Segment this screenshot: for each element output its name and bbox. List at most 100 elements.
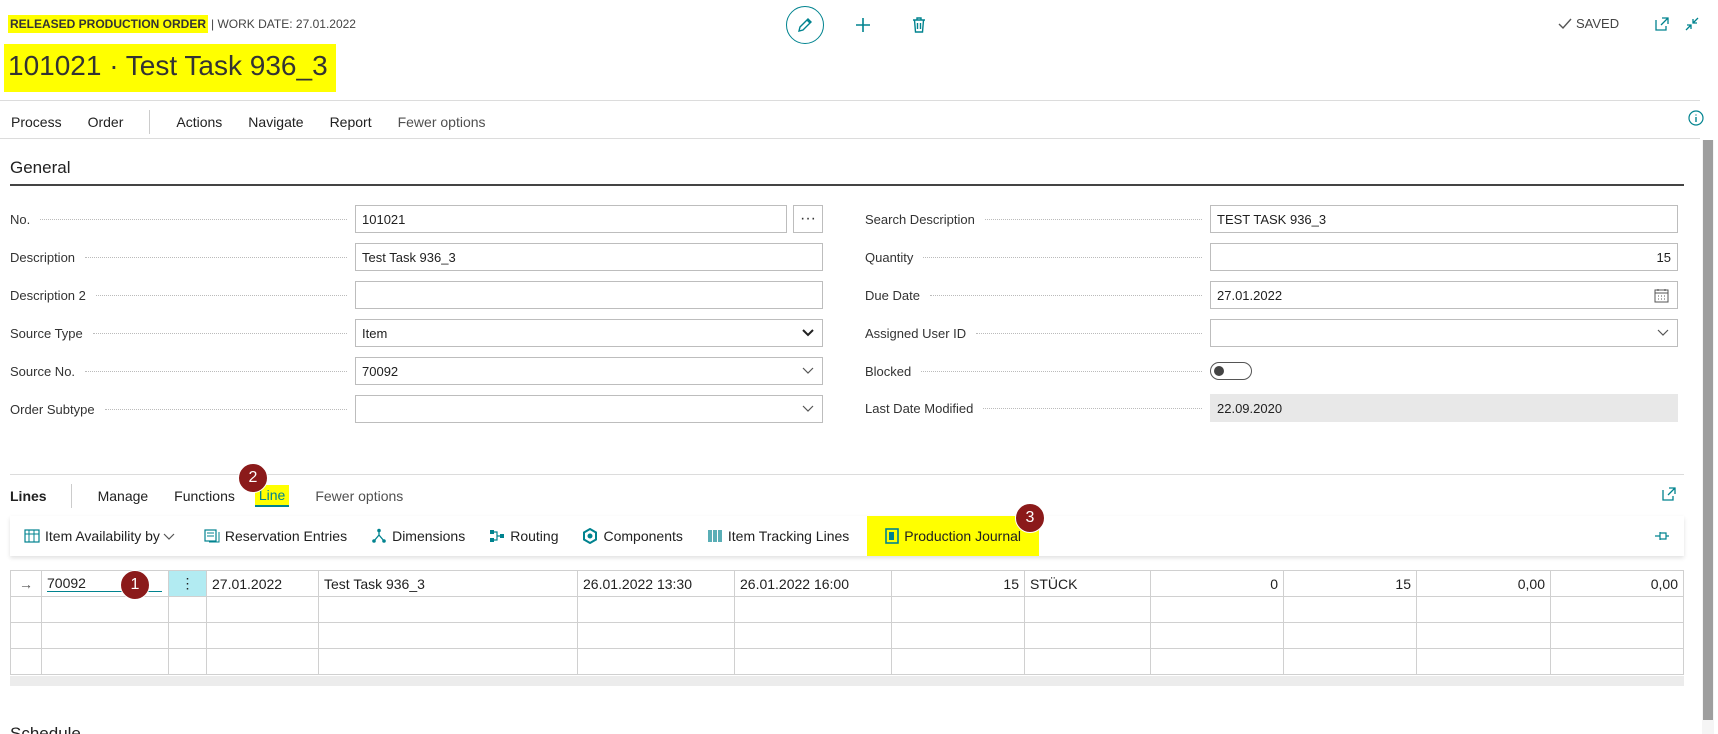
row-actions-button[interactable]: ⋮: [168, 570, 207, 597]
field-source-no: Source No. 70092: [10, 357, 823, 385]
chevron-down-icon: [802, 405, 814, 412]
reservation-entries-button[interactable]: Reservation Entries: [204, 528, 347, 544]
saved-status: SAVED: [1558, 16, 1619, 31]
field-no: No. 101021 ···: [10, 205, 823, 233]
uom-cell[interactable]: STÜCK: [1024, 570, 1151, 597]
plus-icon: [856, 18, 870, 32]
item-availability-button[interactable]: Item Availability by: [24, 528, 180, 544]
item-availability-label: Item Availability by: [45, 528, 160, 544]
action-order[interactable]: Order: [88, 114, 124, 130]
due-date-value: 27.01.2022: [1217, 287, 1283, 303]
components-button[interactable]: Components: [582, 528, 683, 544]
schedule-section-title[interactable]: Schedule: [10, 724, 81, 734]
routing-icon: [490, 530, 505, 542]
source-no-value: 70092: [362, 363, 399, 379]
quantity-cell[interactable]: 15: [891, 570, 1025, 597]
field-description-2: Description 2: [10, 281, 823, 309]
blocked-toggle[interactable]: [1210, 362, 1252, 380]
cost-amount-cell[interactable]: 0,00: [1550, 570, 1684, 597]
field-label: No.: [10, 211, 31, 227]
table-row[interactable]: → 70092 ⋮ 27.01.2022 Test Task 936_3 26.…: [10, 570, 1684, 597]
edit-button[interactable]: [786, 6, 824, 44]
dimensions-icon: [372, 528, 386, 543]
step-badge-2: 2: [238, 463, 268, 493]
page-title: 101021 · Test Task 936_3: [4, 44, 336, 92]
dimensions-button[interactable]: Dimensions: [371, 528, 465, 544]
general-section-title[interactable]: General: [10, 158, 70, 178]
lines-separator: [70, 484, 72, 508]
description-input[interactable]: Test Task 936_3: [355, 243, 823, 271]
order-subtype-select[interactable]: [355, 395, 823, 423]
collapse-icon[interactable]: [1684, 16, 1700, 32]
action-navigate[interactable]: Navigate: [248, 114, 303, 130]
trash-icon: [913, 17, 925, 33]
journal-icon: [885, 528, 900, 544]
row-arrow-icon: →: [10, 570, 42, 597]
step-badge-1: 1: [120, 570, 150, 600]
item-tracking-lines-button[interactable]: Item Tracking Lines: [707, 528, 849, 544]
pencil-icon: [798, 18, 812, 32]
due-date-input[interactable]: 27.01.2022: [1210, 281, 1678, 309]
components-icon: [583, 528, 598, 544]
assigned-user-id-input[interactable]: [1210, 319, 1678, 347]
field-last-date-modified: Last Date Modified 22.09.2020: [865, 394, 1678, 422]
due-date-cell[interactable]: 27.01.2022: [206, 570, 319, 597]
action-actions[interactable]: Actions: [176, 114, 222, 130]
no-input[interactable]: 101021: [355, 205, 787, 233]
action-fewer-options[interactable]: Fewer options: [398, 114, 486, 130]
reservation-entries-label: Reservation Entries: [224, 528, 348, 544]
quantity-input[interactable]: 15: [1210, 243, 1678, 271]
expand-icon[interactable]: [1661, 486, 1677, 502]
description-cell[interactable]: Test Task 936_3: [318, 570, 578, 597]
delete-button[interactable]: [902, 8, 936, 42]
chevron-down-icon: [163, 533, 175, 540]
search-description-input[interactable]: TEST TASK 936_3: [1210, 205, 1678, 233]
saved-label: SAVED: [1576, 16, 1620, 31]
open-new-window-icon[interactable]: [1654, 16, 1670, 32]
reservation-icon: [204, 529, 220, 543]
lines-tab-functions[interactable]: Functions: [174, 488, 235, 504]
action-report[interactable]: Report: [330, 114, 372, 130]
field-label: Source No.: [10, 363, 76, 379]
remaining-quantity-cell[interactable]: 15: [1283, 570, 1417, 597]
field-quantity: Quantity 15: [865, 243, 1678, 271]
field-due-date: Due Date 27.01.2022: [865, 281, 1678, 309]
field-label: Description: [10, 249, 76, 265]
table-row[interactable]: [10, 596, 1684, 623]
lines-fewer-options[interactable]: Fewer options: [315, 488, 403, 504]
calendar-icon[interactable]: [1654, 288, 1669, 303]
table-row[interactable]: [10, 622, 1684, 649]
table-row[interactable]: [10, 648, 1684, 675]
assist-edit-button[interactable]: ···: [793, 205, 823, 233]
field-assigned-user-id: Assigned User ID: [865, 319, 1678, 347]
work-date: | WORK DATE: 27.01.2022: [211, 17, 356, 31]
lines-tab-manage[interactable]: Manage: [98, 488, 149, 504]
components-label: Components: [603, 528, 683, 544]
new-button[interactable]: [846, 8, 880, 42]
source-type-select[interactable]: Item: [355, 319, 823, 347]
field-order-subtype: Order Subtype: [10, 395, 823, 423]
starting-datetime-cell[interactable]: 26.01.2022 13:30: [577, 570, 735, 597]
field-label: Blocked: [865, 363, 912, 379]
unit-cost-cell[interactable]: 0,00: [1416, 570, 1551, 597]
field-blocked: Blocked: [865, 357, 1252, 385]
header-divider: [0, 100, 1700, 101]
routing-button[interactable]: Routing: [489, 528, 558, 544]
scrollbar-thumb[interactable]: [1703, 140, 1713, 720]
source-no-input[interactable]: 70092: [355, 357, 823, 385]
field-label: Search Description: [865, 211, 975, 227]
step-badge-3: 3: [1015, 503, 1045, 533]
pin-icon[interactable]: [1654, 528, 1670, 544]
info-icon[interactable]: [1688, 110, 1704, 126]
field-label: Description 2: [10, 287, 86, 303]
chevron-down-icon: [802, 329, 814, 337]
vertical-scrollbar[interactable]: [1702, 140, 1714, 734]
action-bar: Process Order Actions Navigate Report Fe…: [11, 110, 512, 134]
production-journal-button[interactable]: Production Journal: [867, 516, 1040, 556]
action-process[interactable]: Process: [11, 114, 62, 130]
source-type-value: Item: [362, 325, 388, 341]
ending-datetime-cell[interactable]: 26.01.2022 16:00: [734, 570, 892, 597]
description-2-input[interactable]: [355, 281, 823, 309]
finished-quantity-cell[interactable]: 0: [1150, 570, 1284, 597]
action-separator: [149, 110, 151, 134]
